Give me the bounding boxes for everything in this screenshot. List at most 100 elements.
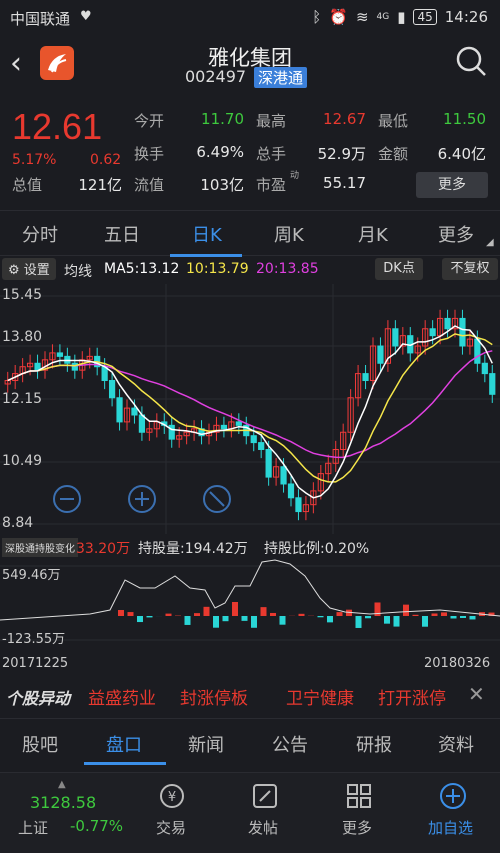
post-icon[interactable]: [250, 781, 280, 811]
settings-label: 设置: [23, 263, 50, 278]
bottom-nav: ▲ 3128.58 上证 -0.77% ¥ 交易 发帖 更多 加自选: [0, 772, 500, 853]
header: ‹ 雅化集团 002497 深港通: [0, 34, 500, 94]
index-value[interactable]: 3128.58: [30, 793, 96, 812]
y-tick-3: 12.15: [2, 391, 43, 407]
tab-more[interactable]: 更多: [438, 221, 474, 247]
fullscreen-icon[interactable]: [203, 485, 231, 513]
pe-sup: 动: [290, 171, 300, 181]
hk-change-bar: [203, 606, 210, 616]
tab-news[interactable]: 新闻: [188, 731, 224, 757]
tab-forum[interactable]: 股吧: [22, 731, 58, 757]
ma10-line: [7, 333, 493, 483]
hk-change-bar: [422, 616, 428, 627]
close-icon[interactable]: ✕: [468, 682, 485, 706]
grid-icon[interactable]: [344, 781, 374, 811]
candle-body: [116, 397, 123, 423]
alarm-icon: ⏰: [329, 8, 348, 26]
active-bottom-tab-indicator: [84, 762, 166, 765]
date-start: 20171225: [2, 656, 69, 671]
candle-body: [280, 466, 287, 485]
candle-body: [429, 328, 436, 337]
chart-settings-button[interactable]: ⚙ 设置: [2, 258, 56, 280]
ma-label: 均线: [64, 264, 92, 280]
candle-body: [362, 373, 369, 382]
gear-icon: ⚙: [8, 263, 20, 278]
nav-trade[interactable]: 交易: [156, 817, 186, 838]
volume-value: 52.9万: [317, 145, 366, 163]
hk-axis-top: 549.46万: [2, 568, 61, 583]
detail-tabs: 股吧 盘口 新闻 公告 研报 资料: [0, 718, 500, 766]
pe-value: 55.17: [323, 174, 366, 192]
turnover-value: 6.49%: [196, 143, 244, 161]
hk-change-value: 33.20万: [76, 541, 131, 557]
tab-weekly-k[interactable]: 周K: [274, 221, 304, 247]
news-item[interactable]: 打开涨停: [378, 684, 446, 709]
volume-label: 总手: [256, 145, 287, 163]
news-item[interactable]: 益盛药业: [88, 684, 156, 709]
hk-change-bar: [127, 612, 134, 616]
candle-body: [474, 338, 481, 364]
tab-monthly-k[interactable]: 月K: [358, 221, 388, 247]
stock-code: 002497: [185, 67, 247, 86]
news-item[interactable]: 卫宁健康: [286, 684, 354, 709]
hk-change-bar: [403, 604, 409, 616]
turnover-label: 换手: [134, 145, 165, 163]
hk-change-bar: [450, 616, 457, 619]
signal-icon: ▮: [397, 8, 406, 26]
high-label: 最高: [256, 112, 287, 130]
candle-body: [108, 380, 116, 399]
kline-chart[interactable]: [0, 284, 500, 534]
hk-change-bar: [184, 616, 191, 625]
hk-change-bar: [441, 612, 447, 616]
change-amount: 0.62: [90, 152, 122, 168]
dk-point-button[interactable]: DK点: [375, 258, 423, 280]
candle-body: [168, 424, 175, 440]
more-quote-button[interactable]: 更多: [416, 172, 488, 198]
candle-body: [265, 448, 272, 478]
low-value: 11.50: [443, 110, 486, 128]
tab-order-book[interactable]: 盘口: [106, 731, 142, 757]
hk-change-bar: [194, 613, 200, 616]
nav-more[interactable]: 更多: [342, 817, 372, 838]
nav-post[interactable]: 发帖: [248, 817, 278, 838]
tab-five-day[interactable]: 五日: [104, 221, 140, 247]
open-value: 11.70: [201, 110, 244, 128]
hk-change-bar: [336, 612, 343, 616]
hk-holding-value: 持股量:194.42万: [138, 541, 248, 557]
zoom-in-icon[interactable]: [128, 485, 156, 513]
active-tab-indicator: [170, 254, 242, 257]
tab-announcements[interactable]: 公告: [272, 731, 308, 757]
hk-change-bar: [222, 616, 229, 622]
news-item[interactable]: 封涨停板: [180, 684, 248, 709]
carrier-label: 中国联通: [10, 10, 71, 28]
pe-label: 市盈: [256, 176, 287, 194]
status-bar: 中国联通 ♥ ᛒ ⏰ ≋ 4G ▮ 45 14:26: [0, 0, 500, 34]
stock-name: 雅化集团: [208, 46, 292, 70]
hk-connect-badge: 深港通: [254, 67, 308, 88]
trade-icon[interactable]: ¥: [157, 781, 187, 811]
hk-change-bar: [279, 616, 286, 625]
tab-reports[interactable]: 研报: [356, 731, 392, 757]
add-watchlist-icon[interactable]: [438, 781, 468, 811]
amount-value: 6.40亿: [437, 145, 486, 163]
hk-change-bar: [137, 616, 143, 623]
adjust-button[interactable]: 不复权: [442, 258, 498, 280]
nav-add-watchlist[interactable]: 加自选: [428, 817, 473, 838]
candle-body: [71, 362, 78, 371]
battery-icon: 45: [413, 9, 437, 25]
hk-change-bar: [118, 610, 124, 616]
mktcap-value: 121亿: [78, 176, 122, 194]
expand-icon[interactable]: ▲: [58, 779, 66, 790]
tab-profile[interactable]: 资料: [438, 731, 474, 757]
hk-change-bar: [431, 613, 438, 616]
tab-more-arrow-icon: ◢: [486, 237, 494, 248]
tab-intraday[interactable]: 分时: [22, 221, 58, 247]
hk-change-bar: [355, 616, 362, 628]
zoom-out-icon[interactable]: [53, 485, 81, 513]
search-icon[interactable]: [454, 44, 488, 78]
index-change: -0.77%: [70, 817, 124, 835]
news-ticker: 个股异动 益盛药业 封涨停板 卫宁健康 打开涨停 ✕: [0, 676, 500, 716]
hk-holding-selector[interactable]: 深股通持股变化: [2, 538, 78, 557]
hk-change-bar: [146, 616, 153, 618]
tab-daily-k[interactable]: 日K: [192, 221, 222, 247]
